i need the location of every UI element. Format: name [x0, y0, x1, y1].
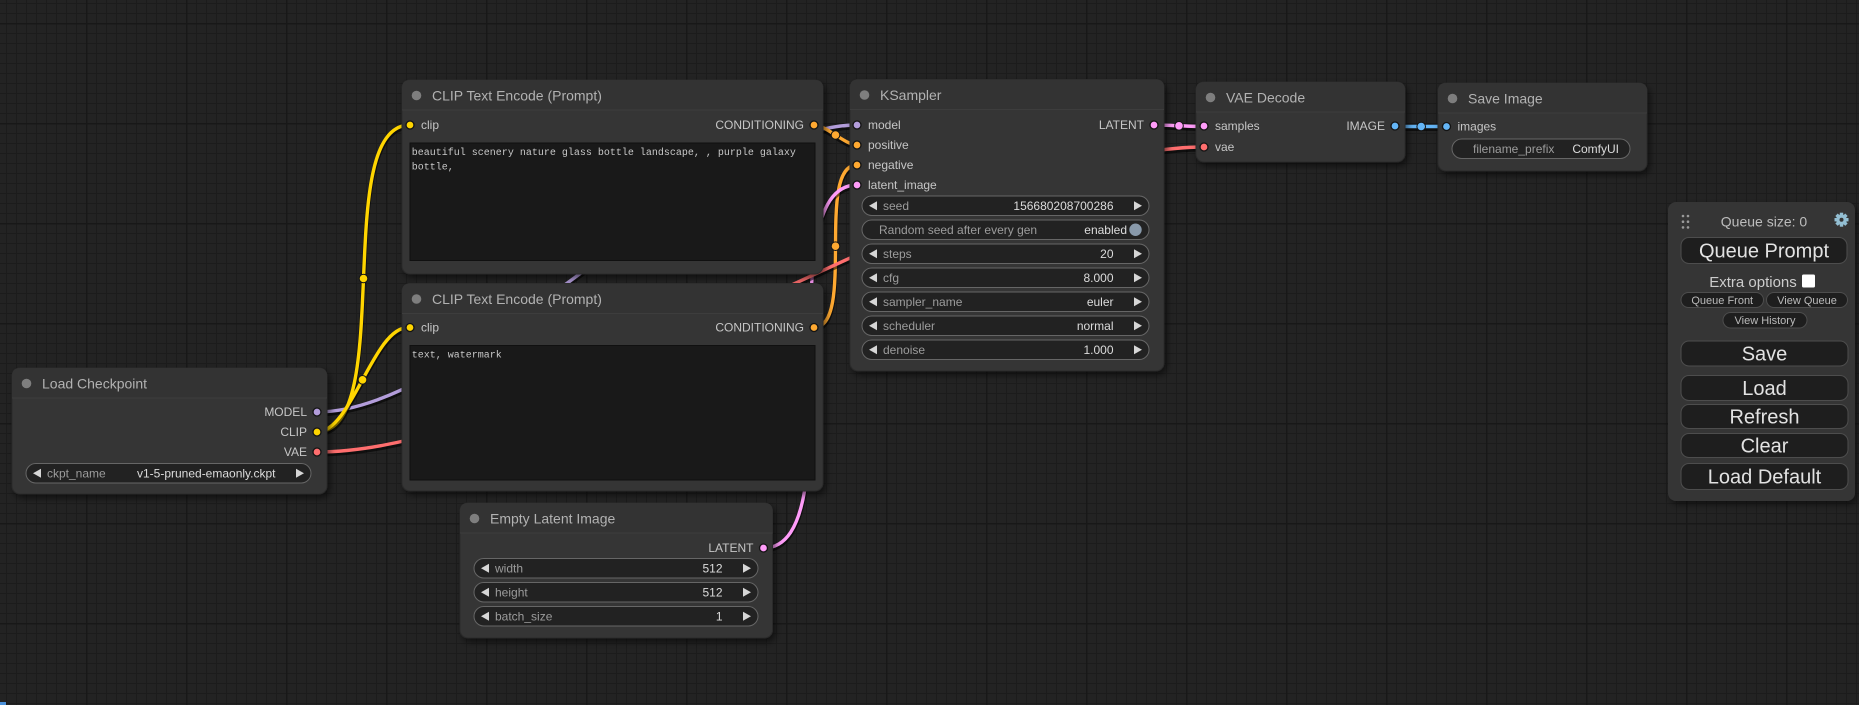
svg-text:Random seed after every gen: Random seed after every gen: [879, 223, 1037, 237]
svg-text:clip: clip: [421, 118, 439, 132]
svg-text:VAE: VAE: [284, 445, 307, 459]
svg-text:bottle,: bottle,: [412, 162, 454, 174]
svg-text:CONDITIONING: CONDITIONING: [715, 321, 804, 335]
svg-text:CLIP Text Encode (Prompt): CLIP Text Encode (Prompt): [432, 291, 602, 307]
svg-text:images: images: [1458, 120, 1497, 134]
svg-text:512: 512: [702, 561, 722, 575]
svg-text:Queue size: 0: Queue size: 0: [1721, 214, 1808, 230]
svg-text:CLIP: CLIP: [280, 425, 307, 439]
svg-text:sampler_name: sampler_name: [883, 295, 963, 309]
svg-text:8.000: 8.000: [1083, 271, 1113, 285]
svg-text:v1-5-pruned-emaonly.ckpt: v1-5-pruned-emaonly.ckpt: [137, 466, 276, 480]
svg-text:Load Checkpoint: Load Checkpoint: [42, 376, 147, 392]
svg-text:Save: Save: [1742, 344, 1788, 366]
svg-text:clip: clip: [421, 321, 439, 335]
svg-text:CONDITIONING: CONDITIONING: [715, 118, 804, 132]
svg-text:positive: positive: [868, 138, 909, 152]
svg-text:text, watermark: text, watermark: [412, 349, 502, 361]
svg-text:Queue Prompt: Queue Prompt: [1699, 241, 1830, 263]
svg-text:Load Default: Load Default: [1708, 467, 1822, 489]
svg-text:ckpt_name: ckpt_name: [47, 466, 106, 480]
svg-text:Queue Front: Queue Front: [1691, 295, 1753, 307]
svg-text:Load: Load: [1742, 378, 1787, 400]
svg-text:enabled: enabled: [1084, 223, 1127, 237]
svg-text:LATENT: LATENT: [1099, 118, 1145, 132]
svg-text:LATENT: LATENT: [708, 541, 754, 555]
svg-text:Clear: Clear: [1741, 436, 1789, 458]
svg-text:View Queue: View Queue: [1777, 295, 1837, 307]
svg-text:IMAGE: IMAGE: [1346, 119, 1385, 133]
svg-text:normal: normal: [1077, 319, 1114, 333]
svg-text:steps: steps: [883, 247, 912, 261]
svg-text:156680208700286: 156680208700286: [1013, 199, 1113, 213]
svg-text:Extra options: Extra options: [1709, 274, 1797, 291]
svg-text:Save Image: Save Image: [1468, 91, 1543, 107]
svg-text:20: 20: [1100, 247, 1114, 261]
svg-text:seed: seed: [883, 199, 909, 213]
svg-text:512: 512: [702, 585, 722, 599]
svg-text:width: width: [494, 561, 523, 575]
svg-text:vae: vae: [1215, 140, 1235, 154]
svg-text:1: 1: [716, 609, 723, 623]
svg-text:CLIP Text Encode (Prompt): CLIP Text Encode (Prompt): [432, 88, 602, 104]
svg-text:ComfyUI: ComfyUI: [1572, 142, 1619, 156]
svg-text:KSampler: KSampler: [880, 87, 942, 103]
svg-text:euler: euler: [1087, 295, 1114, 309]
svg-text:MODEL: MODEL: [264, 405, 307, 419]
svg-text:latent_image: latent_image: [868, 178, 937, 192]
svg-text:batch_size: batch_size: [495, 609, 553, 623]
svg-text:View History: View History: [1735, 315, 1796, 327]
svg-text:Refresh: Refresh: [1729, 407, 1799, 429]
svg-text:height: height: [495, 585, 528, 599]
svg-text:filename_prefix: filename_prefix: [1473, 142, 1554, 156]
svg-text:VAE Decode: VAE Decode: [1226, 90, 1305, 106]
svg-text:cfg: cfg: [883, 271, 899, 285]
svg-text:negative: negative: [868, 158, 914, 172]
svg-text:scheduler: scheduler: [883, 319, 935, 333]
svg-text:denoise: denoise: [883, 343, 925, 357]
svg-text:1.000: 1.000: [1083, 343, 1113, 357]
svg-text:model: model: [868, 118, 901, 132]
svg-text:Empty Latent Image: Empty Latent Image: [490, 511, 616, 527]
svg-text:beautiful scenery nature glass: beautiful scenery nature glass bottle la…: [412, 147, 796, 159]
svg-text:samples: samples: [1215, 119, 1260, 133]
